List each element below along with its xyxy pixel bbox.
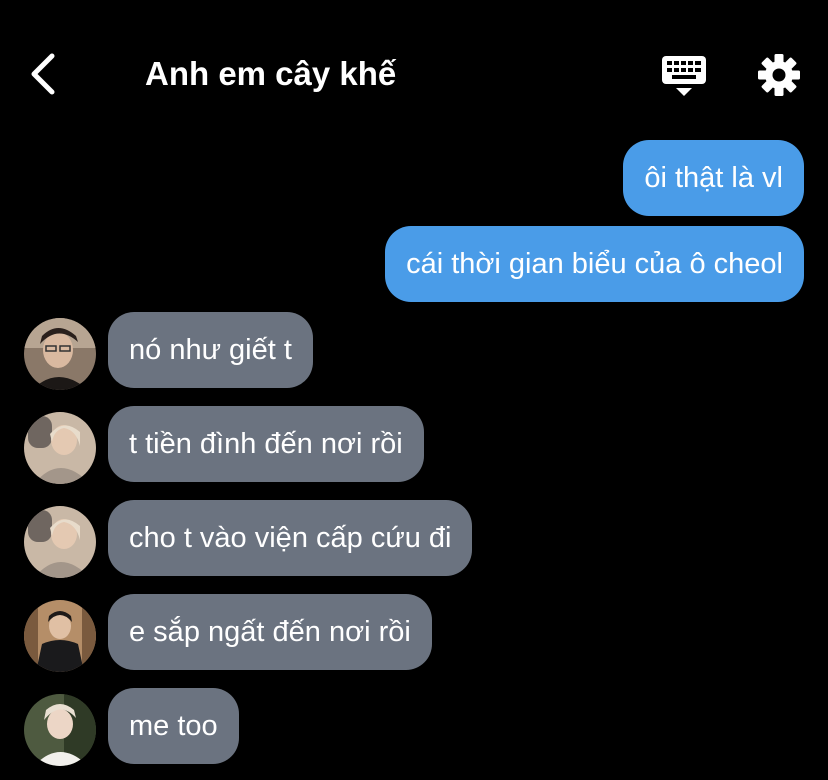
settings-button[interactable] xyxy=(756,52,802,98)
avatar[interactable] xyxy=(24,694,96,766)
keyboard-button[interactable] xyxy=(660,52,708,98)
message-bubble-incoming[interactable]: me too xyxy=(108,688,239,764)
keyboard-icon xyxy=(662,56,706,96)
chevron-left-icon xyxy=(31,53,55,95)
avatar[interactable] xyxy=(24,600,96,672)
avatar[interactable] xyxy=(24,318,96,390)
avatar[interactable] xyxy=(24,412,96,484)
message-bubble-incoming[interactable]: e sắp ngất đến nơi rồi xyxy=(108,594,432,670)
gear-icon xyxy=(758,54,800,96)
message-bubble-outgoing[interactable]: ôi thật là vl xyxy=(623,140,804,216)
message-bubble-incoming[interactable]: nó như giết t xyxy=(108,312,313,388)
chat-header: Anh em cây khế xyxy=(0,0,828,140)
message-bubble-outgoing[interactable]: cái thời gian biểu của ô cheol xyxy=(385,226,804,302)
chat-title: Anh em cây khế xyxy=(145,55,397,92)
message-bubble-incoming[interactable]: t tiền đình đến nơi rồi xyxy=(108,406,424,482)
message-bubble-incoming[interactable]: cho t vào viện cấp cứu đi xyxy=(108,500,473,576)
avatar[interactable] xyxy=(24,506,96,578)
back-button[interactable] xyxy=(22,50,66,98)
